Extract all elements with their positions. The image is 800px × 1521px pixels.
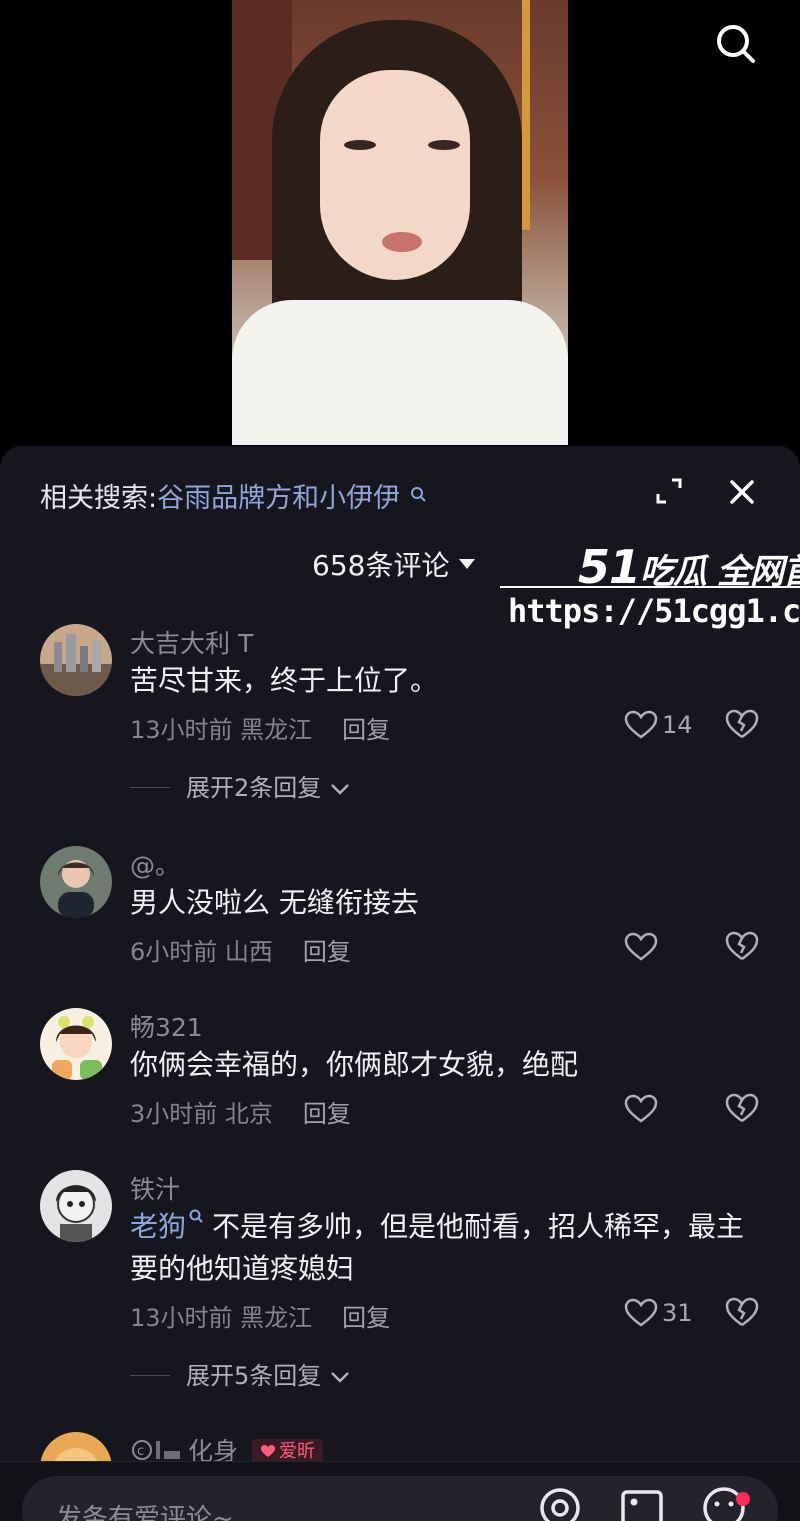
- heart-icon: [624, 1094, 658, 1123]
- user-emblem-icon: c: [132, 1440, 180, 1460]
- notification-dot: [736, 1492, 750, 1506]
- expand-replies-label: 展开5条回复: [186, 1362, 322, 1390]
- expand-replies-label: 展开2条回复: [186, 774, 322, 802]
- fan-badge-label: 爱昕: [279, 1441, 316, 1462]
- comment-time-location: 13小时前 黑龙江: [130, 1304, 313, 1332]
- comment-text: 苦尽甘来，终于上位了。: [130, 664, 439, 697]
- comment-time-location: 3小时前 北京: [130, 1100, 273, 1128]
- broken-heart-icon[interactable]: [724, 1092, 760, 1126]
- like-button[interactable]: 31: [624, 1296, 693, 1330]
- search-icon[interactable]: [708, 16, 764, 72]
- chevron-down-icon: [331, 1372, 349, 1383]
- expand-replies-button[interactable]: 展开5条回复: [130, 1356, 351, 1391]
- related-search[interactable]: 相关搜索:谷雨品牌方和小伊伊: [40, 476, 427, 515]
- image-icon[interactable]: [618, 1484, 666, 1521]
- comment-meta: 3小时前 北京 回复: [130, 1094, 351, 1129]
- avatar[interactable]: [40, 1008, 112, 1080]
- comment-input-placeholder: 发条有爱评论~: [56, 1504, 234, 1521]
- avatar[interactable]: [40, 624, 112, 696]
- watermark-line: [500, 586, 800, 588]
- comment-username[interactable]: 畅321: [130, 1008, 203, 1044]
- heart-icon: [624, 932, 658, 961]
- broken-heart-icon[interactable]: [724, 708, 760, 742]
- comment-text: 你俩会幸福的，你俩郎才女貌，绝配: [130, 1048, 579, 1081]
- comment-text: 老狗 不是有多帅，但是他耐看，招人稀罕，最主要的他知道疼媳妇: [130, 1206, 770, 1290]
- comment-username[interactable]: 铁汁: [130, 1170, 180, 1206]
- related-search-link[interactable]: 谷雨品牌方和小伊伊: [157, 483, 400, 514]
- comment-meta: 13小时前 黑龙江 回复: [130, 1298, 390, 1333]
- mention-link[interactable]: 老狗: [130, 1210, 186, 1243]
- like-count: 14: [662, 711, 693, 739]
- person-eye-right: [428, 140, 460, 150]
- caret-down-icon: [459, 559, 476, 569]
- watermark-url: https://51cgg1.com: [508, 592, 800, 630]
- avatar[interactable]: [40, 846, 112, 918]
- reply-button[interactable]: 回复: [303, 938, 351, 966]
- heart-icon: [624, 1298, 658, 1327]
- like-button[interactable]: [624, 1092, 658, 1126]
- heart-badge-icon: [261, 1445, 276, 1457]
- comment-username[interactable]: @。: [130, 846, 180, 882]
- chevron-down-icon: [331, 784, 349, 795]
- video-player[interactable]: [0, 0, 800, 450]
- comment-username[interactable]: 大吉大利 T: [130, 624, 253, 660]
- watermark: 51吃瓜 全网首发 https://51cgg1.com: [500, 540, 800, 640]
- person-mouth: [382, 232, 422, 252]
- comment-text: 男人没啦么 无缝衔接去: [130, 886, 419, 919]
- small-search-icon: [189, 1209, 203, 1223]
- divider: [130, 1375, 170, 1376]
- reply-button[interactable]: 回复: [342, 1304, 390, 1332]
- like-count: 31: [662, 1299, 693, 1327]
- comment-body: 不是有多帅，但是他耐看，招人稀罕，最主要的他知道疼媳妇: [130, 1210, 745, 1285]
- reply-button[interactable]: 回复: [342, 716, 390, 744]
- at-icon[interactable]: [536, 1484, 584, 1521]
- comment-input-bar: 发条有爱评论~: [0, 1461, 800, 1521]
- comment-meta: 13小时前 黑龙江 回复: [130, 710, 390, 745]
- video-frame: [232, 0, 568, 445]
- broken-heart-icon[interactable]: [724, 930, 760, 964]
- like-button[interactable]: 14: [624, 708, 693, 742]
- expand-replies-button[interactable]: 展开2条回复: [130, 768, 351, 803]
- background-stripe: [522, 0, 530, 230]
- related-search-prefix: 相关搜索:: [40, 483, 158, 514]
- person-shirt: [232, 300, 568, 445]
- svg-text:c: c: [137, 1444, 144, 1459]
- comment-time-location: 6小时前 山西: [130, 938, 273, 966]
- person-eye-left: [344, 140, 376, 150]
- divider: [130, 787, 170, 788]
- close-icon[interactable]: [722, 472, 762, 512]
- heart-icon: [624, 710, 658, 739]
- comment-panel: 相关搜索:谷雨品牌方和小伊伊 658条评论 大吉大利 T 苦尽甘来，终于上位了。…: [0, 446, 800, 1521]
- broken-heart-icon[interactable]: [724, 1296, 760, 1330]
- expand-icon[interactable]: [650, 472, 688, 510]
- comment-count: 658条评论: [312, 549, 450, 582]
- comment-count-sort[interactable]: 658条评论: [312, 544, 476, 584]
- reply-button[interactable]: 回复: [303, 1100, 351, 1128]
- like-button[interactable]: [624, 930, 658, 964]
- comment-meta: 6小时前 山西 回复: [130, 932, 351, 967]
- avatar[interactable]: [40, 1170, 112, 1242]
- comment-time-location: 13小时前 黑龙江: [130, 716, 313, 744]
- small-search-icon: [409, 479, 427, 502]
